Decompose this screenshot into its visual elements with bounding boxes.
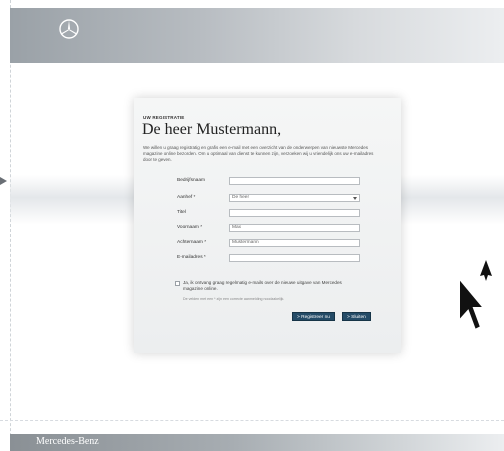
email-label: E-mailadres * [177, 255, 206, 260]
chevron-down-icon [353, 197, 357, 200]
last-name-field[interactable]: Mustermann [229, 239, 360, 247]
section-label: UW REGISTRATIE [143, 115, 185, 120]
salutation-select[interactable]: De heer [229, 194, 360, 202]
mercedes-star-icon [59, 19, 79, 39]
intro-text: We willen u graag registratig en grafis … [143, 145, 374, 162]
brand-name: Mercedes-Benz [36, 436, 99, 447]
consent-text: Ja, ik ontvang graag regelmatig e-mails … [183, 280, 342, 291]
title-label: Titel [177, 210, 186, 215]
title-field[interactable] [229, 209, 360, 217]
last-name-label: Achternaam * [177, 240, 207, 245]
close-button[interactable]: > Sluiten [342, 312, 371, 321]
salutation-value: De heer [232, 195, 250, 200]
page-title: De heer Mustermann, [142, 121, 282, 138]
salutation-label: Aanhef * [177, 195, 196, 200]
company-label: Bedrijfsnaam [177, 178, 205, 183]
required-note: De velden met een * zijn een correcte aa… [183, 297, 285, 301]
bottom-guide-line [0, 420, 504, 421]
email-field[interactable] [229, 254, 360, 262]
registration-card: UW REGISTRATIE De heer Mustermann, We wi… [134, 98, 401, 353]
header-bar [10, 8, 504, 63]
left-arrow-icon [0, 177, 7, 185]
first-name-field[interactable]: Max [229, 224, 360, 232]
mouse-pointer-icon [458, 276, 485, 332]
consent-checkbox[interactable] [175, 281, 180, 286]
first-name-label: Voornaam * [177, 225, 203, 230]
register-button[interactable]: > Registreer nu [292, 312, 335, 321]
company-field[interactable] [229, 177, 360, 185]
